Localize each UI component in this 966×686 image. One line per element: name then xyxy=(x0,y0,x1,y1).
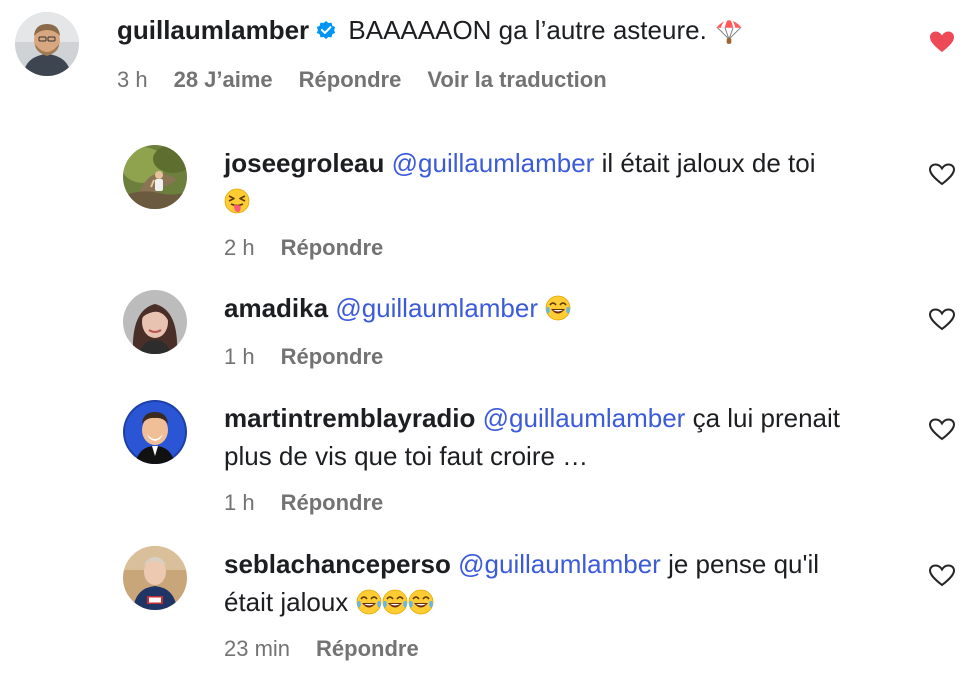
avatar[interactable] xyxy=(15,12,79,76)
verified-badge-icon xyxy=(316,21,336,39)
tears-of-joy-emoji-icon xyxy=(381,589,408,615)
comment-meta: 2 h Répondre xyxy=(224,235,409,261)
reply-button[interactable]: Répondre xyxy=(281,490,384,516)
reply-button[interactable]: Répondre xyxy=(299,67,402,93)
translate-button[interactable]: Voir la traduction xyxy=(427,67,606,93)
comment-time: 3 h xyxy=(117,67,148,92)
comment-body: joseegroleau @guillaumlamber il était ja… xyxy=(224,144,894,220)
comment-meta: 1 h Répondre xyxy=(224,344,409,370)
comment-time: 2 h xyxy=(224,235,255,260)
reply-button[interactable]: Répondre xyxy=(316,636,419,662)
comment-meta: 1 h Répondre xyxy=(224,490,409,516)
comment-text-continued: plus de vis que toi faut croire … xyxy=(224,441,589,471)
parachute-emoji-icon xyxy=(716,18,742,44)
comment-meta: 3 h 28 J’aime Répondre Voir la traductio… xyxy=(117,67,607,93)
mention-link[interactable]: @guillaumlamber xyxy=(483,403,686,433)
comment-body: guillaumlamber BAAAAAON ga l’autre asteu… xyxy=(117,11,897,49)
like-heart-icon[interactable] xyxy=(929,163,955,187)
like-heart-icon[interactable] xyxy=(929,30,955,54)
like-heart-icon[interactable] xyxy=(929,564,955,588)
reply-button[interactable]: Répondre xyxy=(281,235,384,261)
avatar[interactable] xyxy=(123,400,187,464)
comment-body: amadika @guillaumlamber xyxy=(224,289,894,327)
comment-username[interactable]: martintremblayradio xyxy=(224,403,475,433)
like-heart-icon[interactable] xyxy=(929,308,955,332)
comment-username[interactable]: amadika xyxy=(224,293,328,323)
mention-link[interactable]: @guillaumlamber xyxy=(458,549,661,579)
squinting-tongue-emoji-icon xyxy=(224,188,250,214)
reply-comment: joseegroleau @guillaumlamber il était ja… xyxy=(0,140,966,270)
comment-username[interactable]: joseegroleau xyxy=(224,148,384,178)
comment-text: je pense qu'il xyxy=(668,549,820,579)
comment-body: seblachanceperso @guillaumlamber je pens… xyxy=(224,545,914,621)
mention-link[interactable]: @guillaumlamber xyxy=(392,148,595,178)
comment-text: il était jaloux de toi xyxy=(601,148,816,178)
like-heart-icon[interactable] xyxy=(929,418,955,442)
avatar[interactable] xyxy=(123,546,187,610)
reply-comment: seblachanceperso @guillaumlamber je pens… xyxy=(0,541,966,681)
comment-time: 23 min xyxy=(224,636,291,661)
avatar[interactable] xyxy=(123,290,187,354)
tears-of-joy-emoji-icon xyxy=(355,589,382,615)
likes-count-link[interactable]: 28 J’aime xyxy=(174,67,273,93)
comment-time: 1 h xyxy=(224,490,255,515)
comments-thread: { "colors": { "mention": "#3b5bdb", "met… xyxy=(0,0,966,686)
comment-username[interactable]: seblachanceperso xyxy=(224,549,451,579)
comment-time: 1 h xyxy=(224,344,255,369)
comment-text: ça lui prenait xyxy=(692,403,840,433)
comment-text: BAAAAAON ga l’autre asteure. xyxy=(348,15,707,45)
mention-link[interactable]: @guillaumlamber xyxy=(335,293,538,323)
main-comment: guillaumlamber BAAAAAON ga l’autre asteu… xyxy=(0,0,966,120)
reply-button[interactable]: Répondre xyxy=(281,344,384,370)
tears-of-joy-emoji-icon xyxy=(545,295,572,321)
comment-meta: 23 min Répondre xyxy=(224,636,445,662)
comment-body: martintremblayradio @guillaumlamber ça l… xyxy=(224,399,914,475)
avatar[interactable] xyxy=(123,145,187,209)
comment-username[interactable]: guillaumlamber xyxy=(117,15,309,45)
comment-text-continued: était jaloux xyxy=(224,587,349,617)
tears-of-joy-emoji-icon xyxy=(407,589,434,615)
reply-comment: martintremblayradio @guillaumlamber ça l… xyxy=(0,395,966,525)
reply-comment: amadika @guillaumlamber 1 h Répondre xyxy=(0,285,966,385)
